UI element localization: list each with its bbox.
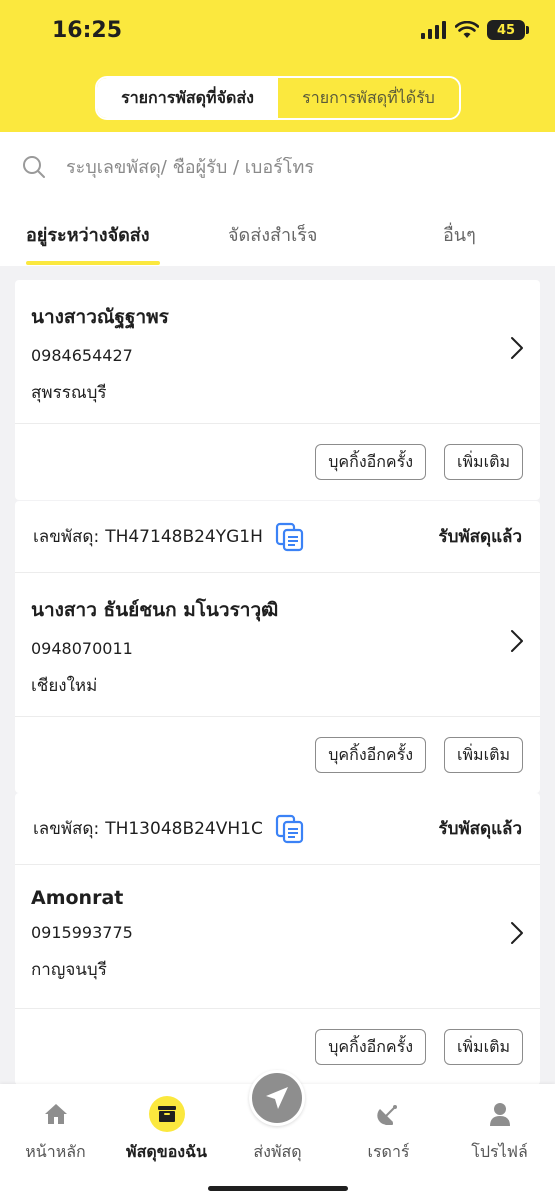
status-icons: 45 <box>421 20 529 40</box>
recipient-province: สุพรรณบุรี <box>31 383 107 403</box>
parcel-header: เลขพัสดุ: TH13048B24VH1C รับพัสดุแล้ว <box>15 793 540 865</box>
parcel-card[interactable]: เลขพัสดุ: TH47148B24YG1H รับพัสดุแล้ว นา… <box>15 501 540 793</box>
active-tab-indicator <box>26 261 160 265</box>
chevron-right-icon[interactable] <box>510 336 524 360</box>
signal-icon <box>421 21 446 39</box>
parcel-card[interactable]: เลขพัสดุ: TH13048B24VH1C รับพัสดุแล้ว Am… <box>15 793 540 1084</box>
recipient-phone: 0948070011 <box>31 639 133 658</box>
status-bar: 16:25 45 <box>0 0 555 64</box>
status-time: 16:25 <box>52 18 123 43</box>
rebook-button[interactable]: บุคกิ้งอีกครั้ง <box>315 737 427 773</box>
copy-icon[interactable] <box>275 522 305 552</box>
home-indicator <box>208 1186 348 1191</box>
rebook-button[interactable]: บุคกิ้งอีกครั้ง <box>315 1029 427 1065</box>
status-tabs: อยู่ระหว่างจัดส่ง จัดส่งสำเร็จ อื่นๆ <box>0 202 555 266</box>
recipient-name: นางสาวณัฐฐาพร <box>31 306 169 328</box>
more-button[interactable]: เพิ่มเติม <box>444 1029 523 1065</box>
search-input[interactable] <box>66 156 526 178</box>
chevron-right-icon[interactable] <box>510 921 524 945</box>
recipient-name: Amonrat <box>31 887 124 909</box>
nav-my-parcels[interactable]: พัสดุของฉัน <box>111 1084 222 1200</box>
wifi-icon <box>455 21 479 38</box>
more-button[interactable]: เพิ่มเติม <box>444 737 523 773</box>
tracking-label: เลขพัสดุ: <box>33 527 100 547</box>
tab-others[interactable]: อื่นๆ <box>443 220 476 249</box>
send-icon <box>266 1087 288 1109</box>
profile-icon <box>489 1103 510 1126</box>
search-icon <box>23 156 45 178</box>
tracking-number: TH13048B24VH1C <box>105 818 263 839</box>
parcel-header: เลขพัสดุ: TH47148B24YG1H รับพัสดุแล้ว <box>15 501 540 573</box>
recipient-name: นางสาว ธันย์ชนก มโนวราวุฒิ <box>31 599 279 621</box>
parcel-status: รับพัสดุแล้ว <box>438 819 522 839</box>
nav-my-parcels-label: พัสดุของฉัน <box>126 1142 207 1161</box>
search-bar <box>0 132 555 202</box>
parcel-list: นางสาวณัฐฐาพร 0984654427 สุพรรณบุรี บุคก… <box>0 266 555 1084</box>
parcel-status: รับพัสดุแล้ว <box>438 527 522 547</box>
tab-delivered[interactable]: จัดส่งสำเร็จ <box>228 220 317 249</box>
chevron-right-icon[interactable] <box>510 629 524 653</box>
nav-home-label: หน้าหลัก <box>25 1142 86 1161</box>
rebook-button[interactable]: บุคกิ้งอีกครั้ง <box>315 444 427 480</box>
nav-radar-label: เรดาร์ <box>367 1142 410 1161</box>
radar-icon <box>376 1105 397 1125</box>
nav-profile[interactable]: โปรไฟล์ <box>444 1084 555 1200</box>
recipient-province: กาญจนบุรี <box>31 960 107 980</box>
home-icon <box>44 1104 67 1124</box>
nav-profile-label: โปรไฟล์ <box>471 1142 528 1161</box>
box-icon <box>157 1106 176 1122</box>
nav-radar[interactable]: เรดาร์ <box>333 1084 444 1200</box>
parcel-details[interactable]: นางสาว ธันย์ชนก มโนวราวุฒิ 0948070011 เช… <box>15 573 540 717</box>
segment-sent-parcels[interactable]: รายการพัสดุที่จัดส่ง <box>97 78 278 118</box>
recipient-province: เชียงใหม่ <box>31 676 98 696</box>
parcel-card[interactable]: นางสาวณัฐฐาพร 0984654427 สุพรรณบุรี บุคก… <box>15 280 540 500</box>
parcel-actions: บุคกิ้งอีกครั้ง เพิ่มเติม <box>15 424 540 500</box>
battery-icon: 45 <box>487 20 529 40</box>
send-parcel-button[interactable] <box>249 1070 305 1126</box>
copy-icon[interactable] <box>275 814 305 844</box>
parcel-actions: บุคกิ้งอีกครั้ง เพิ่มเติม <box>15 717 540 793</box>
recipient-phone: 0984654427 <box>31 346 133 365</box>
parcel-type-segmented-control: รายการพัสดุที่จัดส่ง รายการพัสดุที่ได้รั… <box>95 76 461 120</box>
nav-home[interactable]: หน้าหลัก <box>0 1084 111 1200</box>
recipient-phone: 0915993775 <box>31 923 133 942</box>
more-button[interactable]: เพิ่มเติม <box>444 444 523 480</box>
tab-in-transit[interactable]: อยู่ระหว่างจัดส่ง <box>26 220 150 249</box>
parcel-details[interactable]: Amonrat 0915993775 กาญจนบุรี <box>15 865 540 1009</box>
parcel-details[interactable]: นางสาวณัฐฐาพร 0984654427 สุพรรณบุรี <box>15 280 540 424</box>
tracking-label: เลขพัสดุ: <box>33 819 100 839</box>
segment-received-parcels[interactable]: รายการพัสดุที่ได้รับ <box>278 78 459 118</box>
tracking-number: TH47148B24YG1H <box>105 526 263 547</box>
nav-send-parcel-label: ส่งพัสดุ <box>253 1142 302 1161</box>
